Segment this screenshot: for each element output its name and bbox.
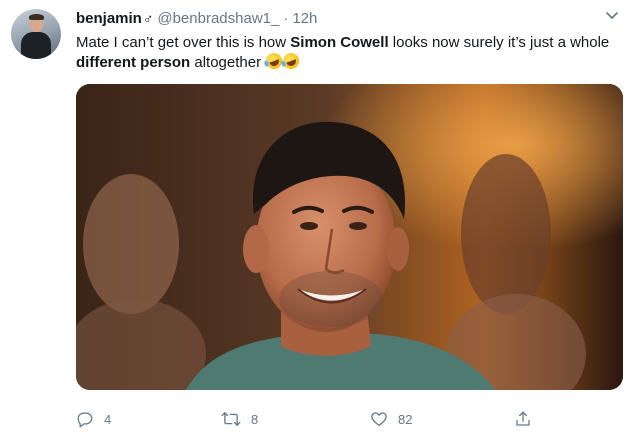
retweet-count: 8 [251, 411, 259, 427]
tweet-photo[interactable] [76, 84, 623, 390]
reply-icon [77, 412, 93, 428]
tweet-text-bold: different person [76, 54, 191, 71]
timestamp[interactable]: 12h [292, 10, 317, 27]
user-handle[interactable]: @benbradshaw1_ [157, 10, 279, 27]
avatar-hair [29, 14, 44, 20]
laughing-emoji-icon [280, 50, 302, 72]
avatar-body [21, 32, 51, 59]
tweet-text-bold: Simon Cowell [290, 34, 389, 51]
tweet-header: benjamin ♂ @benbradshaw1_ · 12h [76, 8, 622, 28]
like-button[interactable]: 82 [370, 407, 412, 431]
share-icon [516, 411, 530, 426]
chevron-down-icon[interactable] [604, 10, 620, 22]
avatar[interactable] [11, 9, 61, 59]
photo-illustration [76, 84, 623, 390]
male-sign-icon: ♂ [142, 10, 154, 26]
like-count: 82 [398, 411, 413, 427]
tweet-actions: 4 8 82 [76, 407, 546, 431]
tweet-text-part: looks now surely it’s just a whole [388, 34, 610, 51]
share-button[interactable] [514, 407, 542, 431]
reply-count: 4 [104, 411, 112, 427]
separator-dot: · [283, 9, 289, 27]
reply-button[interactable]: 4 [76, 407, 111, 431]
heart-icon [371, 412, 387, 427]
tweet-text-part: Mate I can’t get over this is how [76, 34, 291, 51]
retweet-icon [221, 412, 241, 426]
tweet-card: benjamin ♂ @benbradshaw1_ · 12h Mate I c… [0, 0, 634, 437]
display-name[interactable]: benjamin [76, 10, 142, 27]
tweet-text-part: altogether [190, 54, 266, 71]
retweet-button[interactable]: 8 [221, 407, 258, 431]
tweet-text: Mate I can’t get over this is how Simon … [76, 33, 621, 73]
